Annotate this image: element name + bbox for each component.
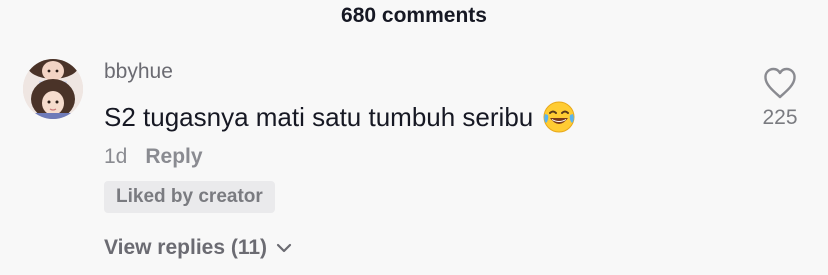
comments-panel: 680 comments bbyhue S2 tugasnya mati sat… [0, 0, 828, 275]
comments-count-title: 680 comments [341, 4, 487, 27]
reply-button[interactable]: Reply [145, 145, 202, 169]
comment-body: S2 tugasnya mati satu tumbuh seribu [104, 99, 577, 135]
comment-time: 1d [104, 145, 128, 168]
view-replies-button[interactable]: View replies (11) [104, 236, 293, 260]
face-with-tears-of-joy-icon [541, 99, 577, 135]
comment-meta: 1d Reply [104, 145, 203, 169]
avatar[interactable] [23, 59, 83, 119]
chevron-down-icon [275, 239, 293, 257]
heart-icon[interactable] [748, 66, 812, 100]
liked-by-creator-badge: Liked by creator [104, 181, 275, 213]
like-group: 225 [748, 66, 812, 130]
view-replies-label: View replies (11) [104, 236, 268, 259]
comment-text: S2 tugasnya mati satu tumbuh seribu [104, 101, 534, 132]
comment-username[interactable]: bbyhue [104, 60, 173, 84]
like-count: 225 [762, 106, 798, 129]
